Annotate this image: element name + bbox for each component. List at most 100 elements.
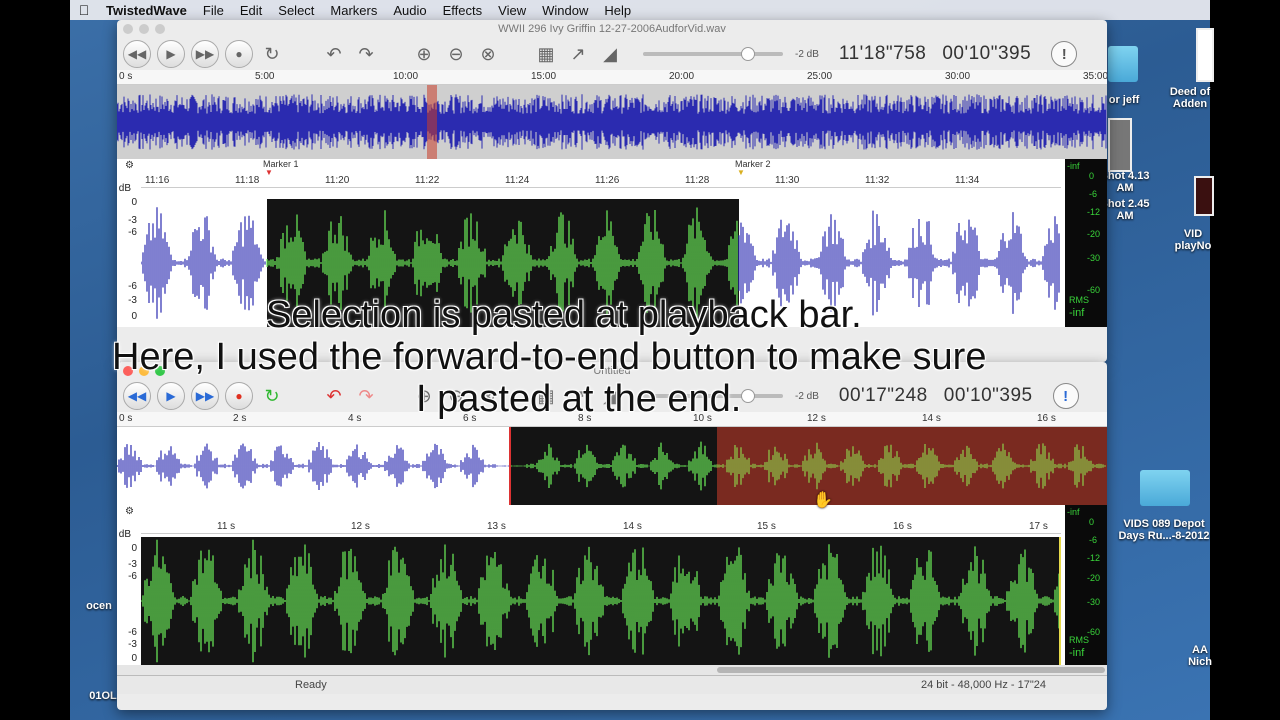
overview-time-ruler: 0 s 5:00 10:00 15:00 20:00 25:00 30:00 3… [117, 70, 1107, 85]
desktop-icon-shot-1[interactable]: Shot 4.13 AM [1100, 170, 1150, 194]
meter-tick: 0 [1089, 171, 1095, 181]
marker-bar: ⚙ Marker 1 ▼ Marker 2 ▼ [117, 159, 1107, 177]
status-bar: Ready 24 bit - 48,000 Hz - 17"24 [117, 675, 1107, 694]
meter-tick: 0 [1089, 517, 1095, 527]
slider-thumb[interactable] [741, 389, 755, 403]
menu-help[interactable]: Help [596, 3, 639, 18]
ruler-tick: 11:22 [415, 175, 440, 186]
overview-waveform-svg[interactable] [117, 85, 1107, 159]
db-tick: -3 [128, 639, 137, 650]
play-button[interactable]: ▶ [157, 40, 185, 68]
db-tick: -6 [128, 227, 137, 238]
ruler-tick: 12 s [807, 413, 826, 424]
detail-time-ruler: 11:16 11:18 11:20 11:22 11:24 11:26 11:2… [141, 175, 1061, 188]
ruler-tick: 11 s [217, 521, 236, 532]
screenshot-thumbnail-icon[interactable] [1108, 118, 1132, 172]
hand-cursor-icon: ✋ [813, 492, 833, 509]
folder-icon[interactable] [1140, 470, 1190, 506]
desktop-icon-deed[interactable]: Deed of Adden [1160, 86, 1220, 110]
playback-bar[interactable] [509, 427, 511, 505]
window-controls [123, 24, 165, 34]
info-icon[interactable]: ! [1052, 383, 1079, 409]
overview-waveform-svg[interactable] [117, 427, 1107, 505]
toolbar: ◀◀ ▶ ▶▶ ● ↻ ↶ ↷ ⊕ ⊖ ⊗ ▦ ↗ ◢ -2 dB 11'18"… [117, 38, 1107, 70]
gain-label: -2 dB [795, 48, 819, 60]
redo-button[interactable]: ↷ [353, 41, 379, 67]
ruler-tick: 11:24 [505, 175, 530, 186]
undo-button[interactable]: ↶ [321, 383, 347, 409]
desktop-icon-vids089[interactable]: VIDS 089 Depot Days Ru...-8-2012 [1114, 518, 1214, 542]
desktop-icon-shot-2[interactable]: Shot 2.45 AM [1100, 198, 1150, 222]
ruler-tick: 17 s [1029, 521, 1048, 532]
db-unit-label: dB [118, 183, 131, 194]
undo-button[interactable]: ↶ [321, 41, 347, 67]
detail-waveform-svg[interactable] [141, 537, 1061, 665]
status-text: Ready [295, 679, 327, 691]
menu-file[interactable]: File [195, 3, 232, 18]
detail-time-ruler: 11 s 12 s 13 s 14 s 15 s 16 s 17 s [141, 521, 1061, 534]
overview-waveform[interactable] [117, 427, 1107, 505]
menu-markers[interactable]: Markers [322, 3, 385, 18]
playback-volume-slider[interactable] [643, 47, 783, 61]
fast-forward-button[interactable]: ▶▶ [191, 40, 219, 68]
db-tick: -6 [128, 571, 137, 582]
loop-button[interactable]: ↻ [259, 383, 285, 409]
meter-rms-label: RMS [1069, 635, 1089, 645]
minimize-window-button[interactable] [139, 24, 149, 34]
menu-effects[interactable]: Effects [435, 3, 491, 18]
loop-button[interactable]: ↻ [259, 41, 285, 67]
desktop-icon-jeff[interactable]: or jeff [1104, 94, 1144, 106]
caption-line-3: I pasted at the end. [416, 378, 742, 420]
slider-thumb[interactable] [741, 47, 755, 61]
desktop-icon-vid[interactable]: VID playNo [1168, 228, 1218, 252]
meter-tick: -30 [1087, 253, 1101, 263]
meter-rms-label: RMS [1069, 295, 1089, 305]
horizontal-scrollbar[interactable] [117, 665, 1107, 675]
rewind-button[interactable]: ◀◀ [123, 40, 151, 68]
forward-to-end-button[interactable]: ▶▶ [191, 382, 219, 410]
menu-window[interactable]: Window [534, 3, 596, 18]
zoom-out-icon[interactable]: ⊖ [443, 41, 469, 67]
document-thumbnail-icon[interactable] [1196, 28, 1214, 82]
menu-view[interactable]: View [490, 3, 534, 18]
scrollbar-thumb[interactable] [717, 667, 1105, 673]
amplify-icon[interactable]: ↗ [565, 41, 591, 67]
normalize-icon[interactable]: ▦ [533, 41, 559, 67]
playback-cursor[interactable] [1059, 537, 1061, 665]
play-button[interactable]: ▶ [157, 382, 185, 410]
ruler-tick: 13 s [487, 521, 506, 532]
menu-select[interactable]: Select [270, 3, 322, 18]
record-button[interactable]: ● [225, 40, 253, 68]
folder-icon[interactable] [1108, 46, 1138, 82]
record-button[interactable]: ● [225, 382, 253, 410]
ruler-tick: 11:16 [145, 175, 170, 186]
info-icon[interactable]: ! [1051, 41, 1078, 67]
close-window-button[interactable] [123, 24, 133, 34]
db-tick: -6 [128, 627, 137, 638]
menu-audio[interactable]: Audio [385, 3, 434, 18]
ruler-tick: 11:26 [595, 175, 620, 186]
apple-icon[interactable]:  [70, 2, 98, 18]
zoom-window-button[interactable] [155, 24, 165, 34]
desktop-icon-aa[interactable]: AA Nich [1180, 644, 1220, 668]
menu-edit[interactable]: Edit [232, 3, 270, 18]
db-tick: -3 [128, 215, 137, 226]
overview-waveform[interactable] [117, 85, 1107, 159]
desktop-icon-01ol[interactable]: 01OL [86, 690, 120, 702]
ruler-tick: 11:18 [235, 175, 260, 186]
video-thumbnail-icon[interactable] [1194, 176, 1214, 216]
rewind-button[interactable]: ◀◀ [123, 382, 151, 410]
marker-settings-icon[interactable]: ⚙ [125, 506, 134, 517]
gain-label: -2 dB [795, 390, 819, 402]
zoom-selection-icon[interactable]: ⊗ [475, 41, 501, 67]
desktop-icon-ocean[interactable]: ocen [82, 600, 116, 612]
time-position: 00'17"248 [838, 385, 928, 406]
fade-icon[interactable]: ◢ [597, 41, 623, 67]
redo-button[interactable]: ↷ [353, 383, 379, 409]
menu-app-name[interactable]: TwistedWave [98, 3, 195, 18]
meter-rms-value: -inf [1069, 647, 1085, 659]
zoom-in-icon[interactable]: ⊕ [411, 41, 437, 67]
marker-settings-icon[interactable]: ⚙ [125, 160, 134, 171]
db-tick: -3 [128, 559, 137, 570]
ruler-tick: 5:00 [255, 71, 275, 82]
